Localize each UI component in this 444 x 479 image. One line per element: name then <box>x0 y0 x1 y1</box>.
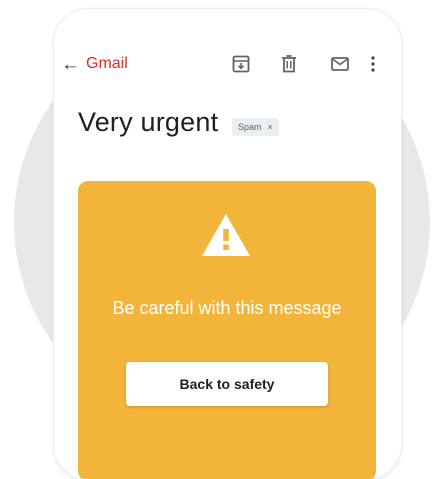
back-button[interactable]: ← Gmail <box>61 49 128 79</box>
warning-title: Be careful with this message <box>112 298 342 318</box>
archive-icon[interactable] <box>230 53 252 75</box>
warning-triangle-icon <box>200 212 252 258</box>
mark-unread-icon[interactable] <box>329 53 351 75</box>
message-subject: Very urgent <box>78 107 219 137</box>
label-text: Spam <box>238 122 262 132</box>
delete-icon[interactable] <box>278 53 300 75</box>
message-toolbar: ← Gmail <box>54 43 401 87</box>
phone-frame: ← Gmail Very urgent Spam × Be careful wi… <box>54 9 401 479</box>
more-vert-icon[interactable] <box>362 53 384 75</box>
spam-label-chip[interactable]: Spam × <box>232 118 279 136</box>
back-arrow-icon: ← <box>61 53 80 75</box>
remove-label-icon[interactable]: × <box>268 122 273 132</box>
app-name: Gmail <box>86 55 128 72</box>
warning-banner: Be careful with this message Back to saf… <box>78 181 376 479</box>
back-to-safety-button[interactable]: Back to safety <box>126 362 328 406</box>
